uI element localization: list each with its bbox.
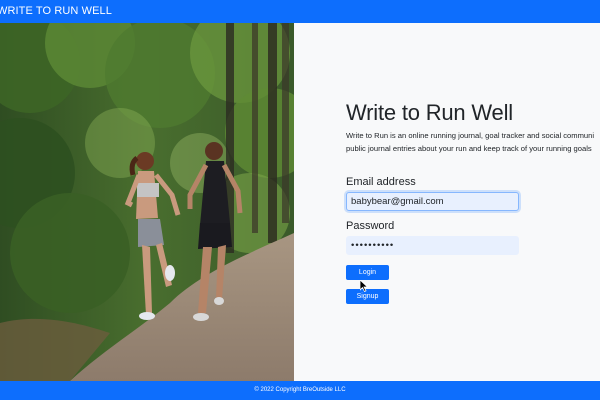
description-line-1: Write to Run is an online running journa…	[346, 131, 595, 140]
top-navbar: WRITE TO RUN WELL	[0, 0, 600, 23]
mouse-pointer-icon	[360, 280, 368, 292]
login-panel: Write to Run Well Write to Run is an onl…	[294, 23, 600, 381]
login-button[interactable]: Login	[346, 265, 389, 280]
footer: © 2022 Copyright BreOutside LLC	[0, 381, 600, 400]
copyright-text: © 2022 Copyright BreOutside LLC	[254, 387, 346, 393]
trail-running-illustration	[0, 23, 294, 381]
hero-photo	[0, 23, 294, 381]
page-title: Write to Run Well	[346, 100, 513, 125]
password-input[interactable]: ••••••••••	[346, 236, 519, 255]
navbar-brand[interactable]: WRITE TO RUN WELL	[0, 0, 112, 23]
password-label: Password	[346, 220, 395, 232]
email-label: Email address	[346, 176, 416, 188]
email-input[interactable]: babybear@gmail.com	[346, 192, 519, 211]
page-description: Write to Run is an online running journa…	[346, 129, 600, 155]
description-line-2: public journal entries about your run an…	[346, 144, 592, 153]
